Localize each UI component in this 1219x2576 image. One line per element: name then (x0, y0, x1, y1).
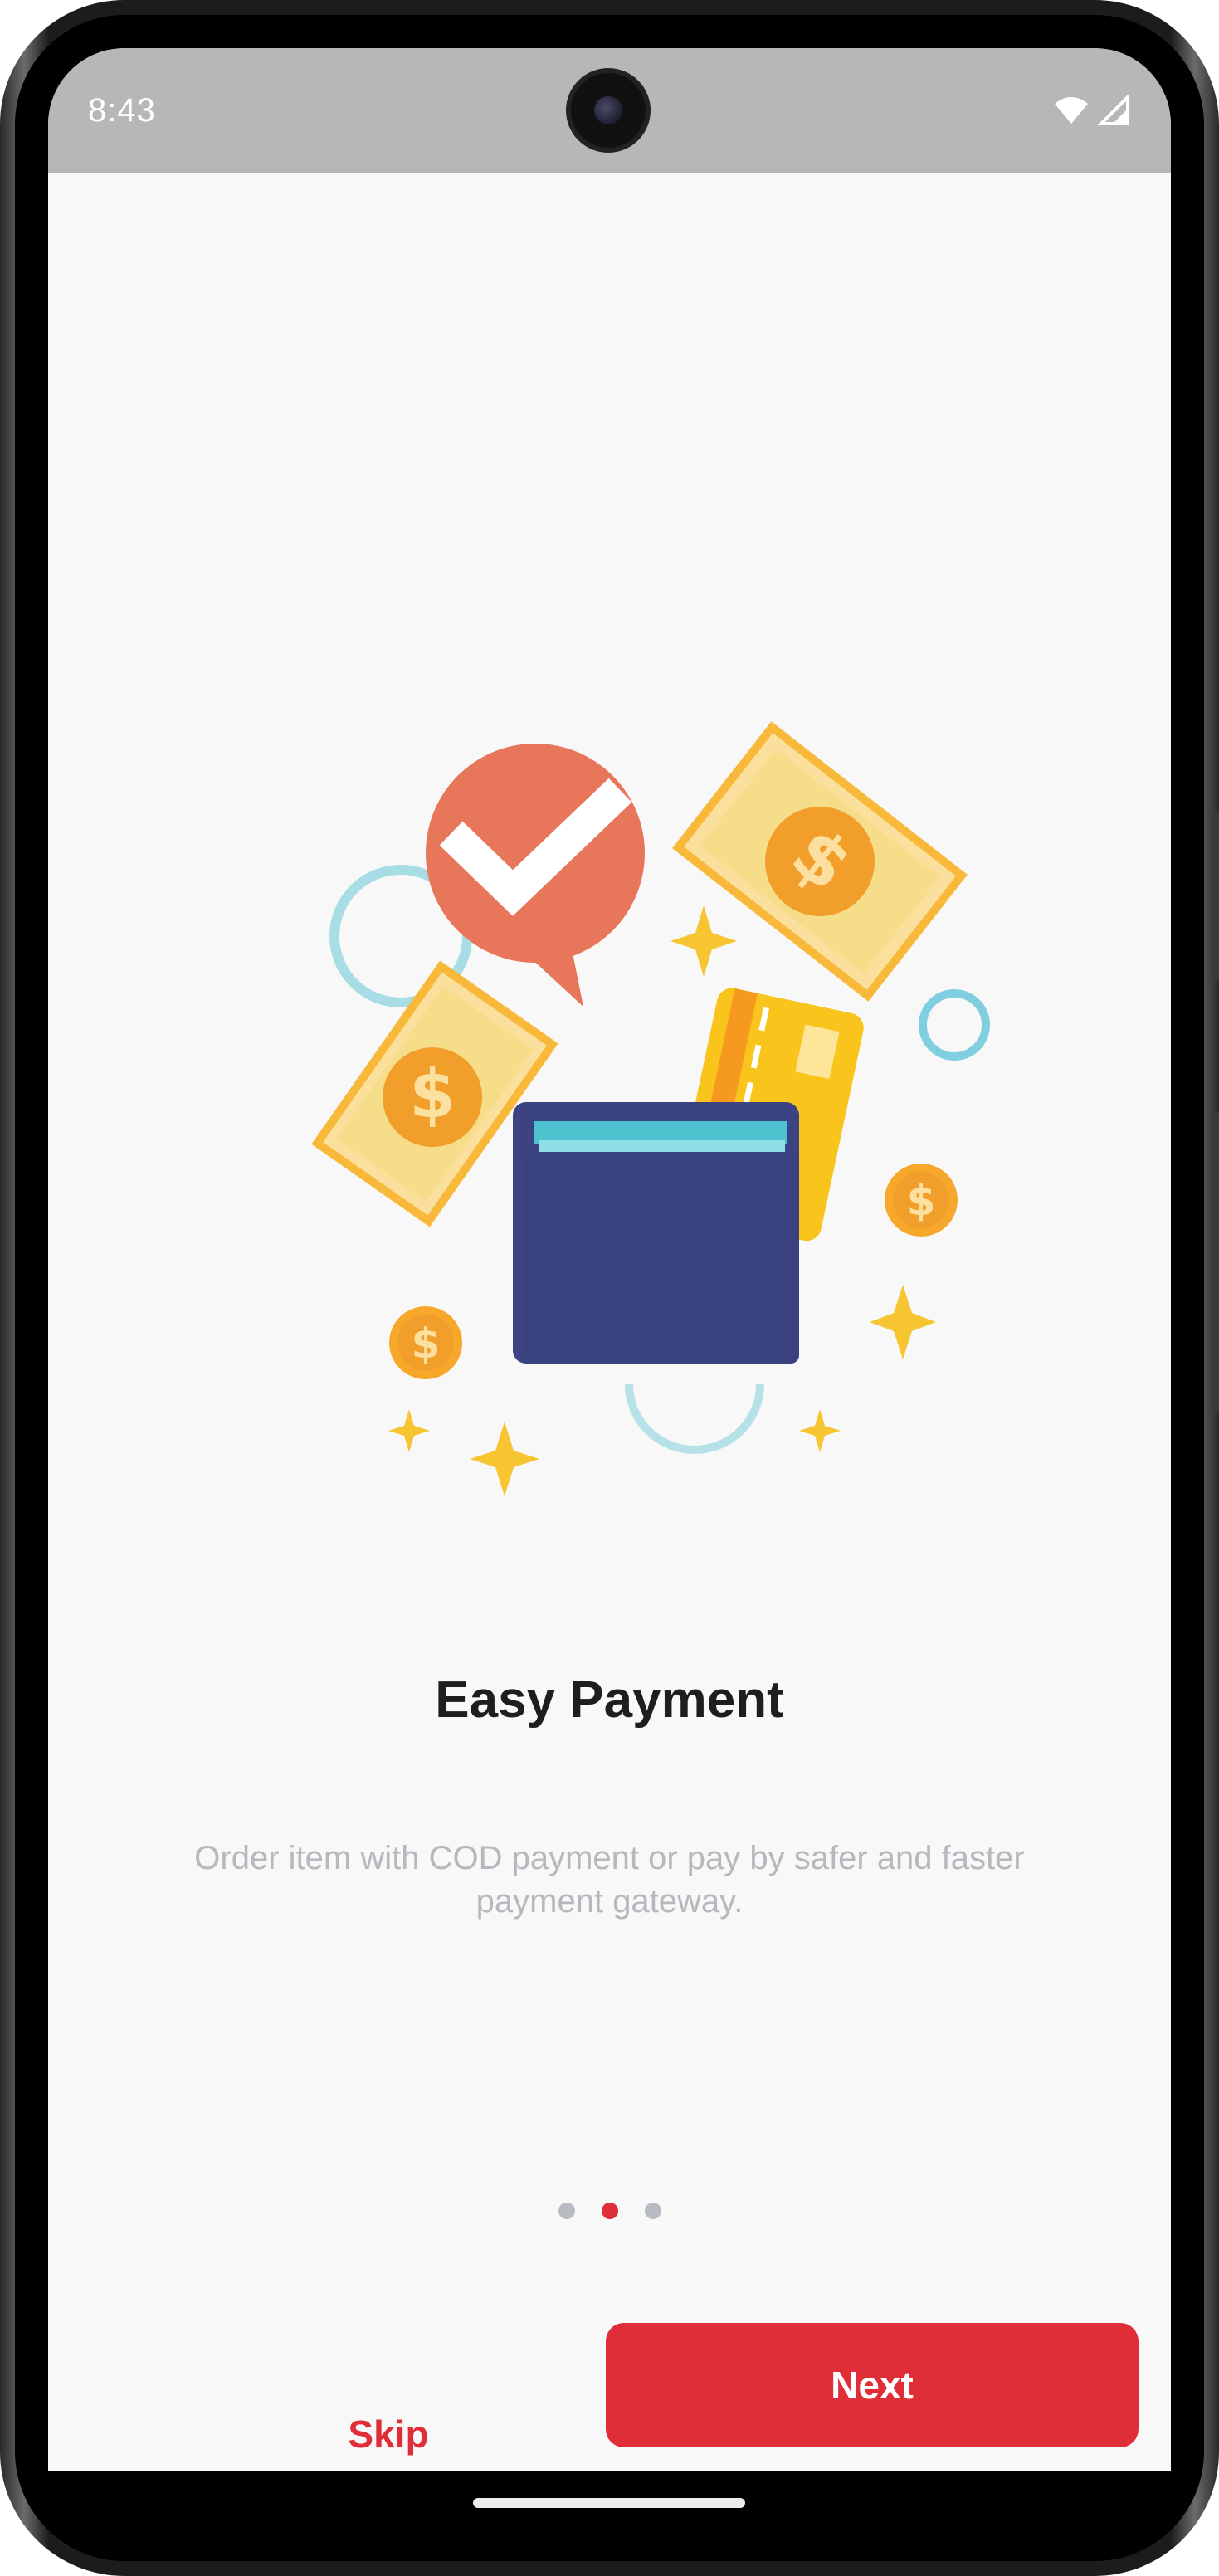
screen: 8:43 $ $ $ $ Easy Payment Order item wit… (48, 48, 1171, 2471)
skip-button[interactable]: Skip (272, 2364, 505, 2471)
page-indicator (48, 2203, 1171, 2219)
cell-signal-icon (1098, 95, 1129, 125)
home-gesture-bar[interactable] (473, 2498, 745, 2508)
coin: $ (389, 1306, 462, 1379)
svg-text:$: $ (907, 1177, 936, 1225)
svg-text:$: $ (412, 1320, 441, 1368)
payment-wallet-illustration: $ $ $ $ (311, 721, 990, 1496)
front-camera (571, 73, 646, 148)
page-dot-3[interactable] (644, 2203, 661, 2219)
status-time: 8:43 (88, 91, 156, 129)
power-button (1212, 1112, 1219, 1411)
svg-text:$: $ (409, 1056, 456, 1133)
onboarding-title: Easy Payment (435, 1671, 784, 1729)
status-icons (1053, 95, 1131, 125)
next-button[interactable]: Next (606, 2323, 1139, 2447)
coin: $ (885, 1164, 958, 1237)
wifi-icon (1055, 97, 1088, 124)
volume-button (1212, 813, 1219, 979)
onboarding-subtitle: Order item with COD payment or pay by sa… (194, 1840, 1025, 1920)
page-dot-1[interactable] (558, 2203, 575, 2219)
page-dot-2-active[interactable] (601, 2203, 618, 2219)
